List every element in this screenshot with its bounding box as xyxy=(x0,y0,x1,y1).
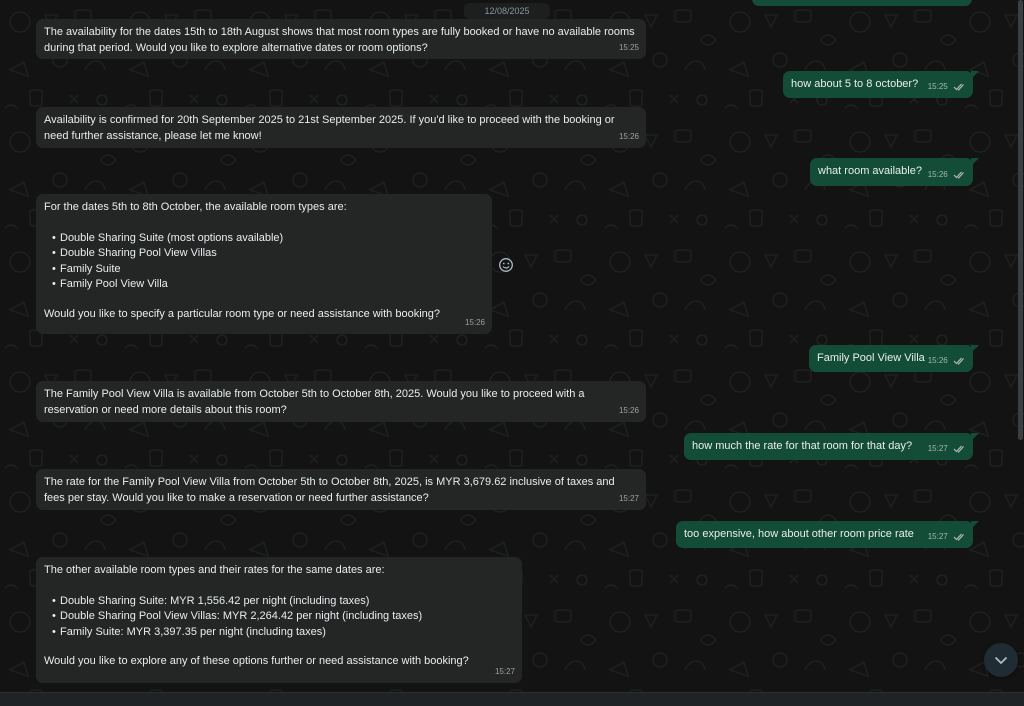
list-item: Family Suite xyxy=(52,262,484,278)
message-time: 15:25 xyxy=(927,81,948,91)
chat-scrollbar[interactable] xyxy=(1018,0,1023,440)
room-rate-list: Double Sharing Suite: MYR 1,556.42 per n… xyxy=(52,594,514,641)
list-item: Family Pool View Villa xyxy=(52,277,484,293)
double-check-icon xyxy=(953,357,964,365)
double-check-icon xyxy=(953,83,964,91)
message-meta: 15:27 xyxy=(928,529,966,545)
incoming-message: The rate for the Family Pool View Villa … xyxy=(36,469,646,510)
list-item: Double Sharing Pool View Villas: MYR 2,2… xyxy=(52,609,514,625)
outgoing-message: how much the rate for that room for that… xyxy=(684,433,979,460)
message-time: 15:27 xyxy=(618,493,639,503)
react-emoji-icon[interactable] xyxy=(498,257,514,273)
message-text: too expensive, how about other room pric… xyxy=(684,528,914,540)
outgoing-message-partial xyxy=(752,0,972,6)
message-time: 15:25 xyxy=(618,42,639,52)
message-time: 15:26 xyxy=(618,405,639,415)
outgoing-message: what room available? 15:26 xyxy=(810,158,979,186)
message-time: 15:26 xyxy=(464,317,485,327)
incoming-message: Availability is confirmed for 20th Septe… xyxy=(36,107,646,148)
scroll-to-bottom-button[interactable] xyxy=(984,643,1018,677)
message-text: Availability is confirmed for 20th Septe… xyxy=(44,114,618,142)
outgoing-message: too expensive, how about other room pric… xyxy=(676,521,979,548)
message-meta: 15:26 xyxy=(928,353,966,369)
room-type-list: Double Sharing Suite (most options avail… xyxy=(52,231,484,293)
message-time: 15:27 xyxy=(494,666,515,676)
double-check-icon xyxy=(953,533,964,541)
message-composer[interactable] xyxy=(0,692,1024,706)
message-meta: 15:27 xyxy=(928,441,966,457)
chat-panel: 12/08/2025 The availability for the date… xyxy=(0,0,1024,706)
message-outro: Would you like to specify a particular r… xyxy=(44,307,441,320)
message-time: 15:26 xyxy=(927,169,948,179)
incoming-message: The other available room types and their… xyxy=(36,557,522,683)
message-outro: Would you like to explore any of these o… xyxy=(44,655,469,667)
incoming-message: The availability for the dates 15th to 1… xyxy=(36,19,646,59)
message-intro: The other available room types and their… xyxy=(44,564,385,576)
message-time: 15:27 xyxy=(927,443,948,453)
double-check-icon xyxy=(953,445,964,453)
outgoing-message: how about 5 to 8 october? 15:25 xyxy=(783,71,979,98)
message-meta: 15:26 xyxy=(928,167,966,183)
double-check-icon xyxy=(953,171,964,179)
message-time: 15:26 xyxy=(618,131,639,141)
chevron-down-icon xyxy=(994,656,1008,664)
list-item: Double Sharing Pool View Villas xyxy=(52,246,484,262)
incoming-message: The Family Pool View Villa is available … xyxy=(36,381,646,422)
message-intro: For the dates 5th to 8th October, the av… xyxy=(44,201,347,213)
message-time: 15:27 xyxy=(927,531,948,541)
message-text: The Family Pool View Villa is available … xyxy=(44,388,588,416)
message-text: how much the rate for that room for that… xyxy=(692,440,913,452)
message-text: The availability for the dates 15th to 1… xyxy=(44,26,638,54)
incoming-message: For the dates 5th to 8th October, the av… xyxy=(36,194,492,334)
message-text: The rate for the Family Pool View Villa … xyxy=(44,476,618,504)
date-separator: 12/08/2025 xyxy=(464,3,550,19)
message-time: 15:26 xyxy=(927,355,948,365)
list-item: Double Sharing Suite: MYR 1,556.42 per n… xyxy=(52,594,514,610)
message-meta: 15:25 xyxy=(928,79,966,95)
list-item: Double Sharing Suite (most options avail… xyxy=(52,231,484,247)
outgoing-message: Family Pool View Villa 15:26 xyxy=(809,345,979,372)
list-item: Family Suite: MYR 3,397.35 per night (in… xyxy=(52,625,514,641)
